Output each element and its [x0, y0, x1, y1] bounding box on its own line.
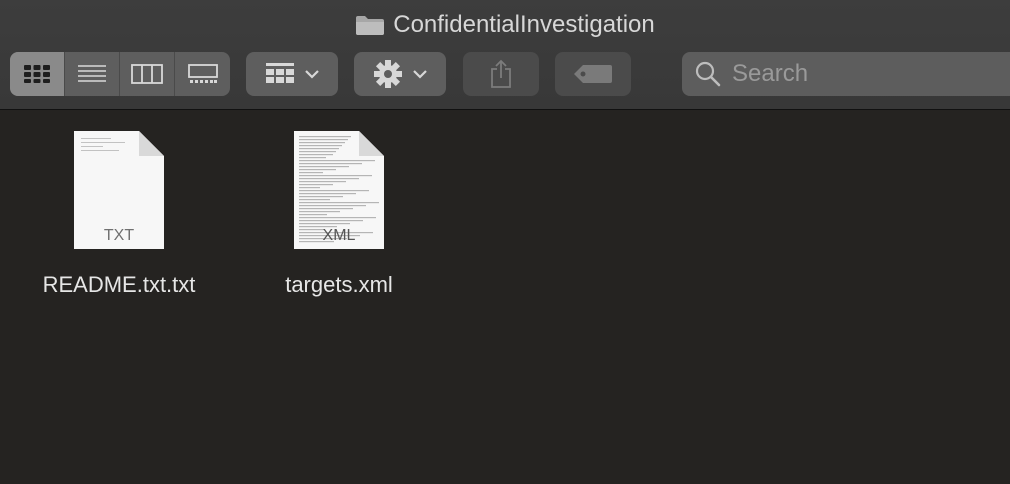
columns-icon	[131, 64, 163, 84]
list-view-button[interactable]	[65, 52, 120, 96]
file-name: README.txt.txt	[42, 272, 196, 297]
share-button[interactable]	[463, 52, 539, 96]
icon-view-button[interactable]	[10, 52, 65, 96]
file-item-targets[interactable]: XML targets.xml	[249, 130, 429, 298]
folder-icon	[355, 14, 385, 36]
chevron-down-icon	[413, 70, 427, 79]
list-icon	[78, 65, 106, 82]
gallery-icon	[187, 64, 218, 83]
window-title-bar: ConfidentialInvestigation	[0, 8, 1010, 42]
share-icon	[491, 59, 511, 88]
tag-icon	[574, 65, 612, 83]
window-title: ConfidentialInvestigation	[393, 11, 655, 38]
search-field[interactable]	[682, 52, 1010, 96]
file-item-readme[interactable]: TXT README.txt.txt	[29, 130, 209, 298]
file-name: targets.xml	[285, 272, 393, 297]
tags-button[interactable]	[555, 52, 631, 96]
view-mode-control	[10, 52, 230, 96]
window-toolbar: ConfidentialInvestigation	[0, 0, 1010, 110]
gear-icon	[374, 60, 402, 88]
group-icon	[266, 63, 294, 83]
search-input[interactable]	[730, 59, 984, 89]
file-type-label: XML	[322, 227, 356, 244]
column-view-button[interactable]	[120, 52, 175, 96]
file-type-label: TXT	[103, 227, 135, 244]
chevron-down-icon	[305, 70, 319, 79]
xml-document-icon: XML	[293, 130, 385, 250]
text-document-icon: TXT	[73, 130, 165, 250]
gallery-view-button[interactable]	[175, 52, 230, 96]
group-by-button[interactable]	[246, 52, 338, 96]
grid-icon	[24, 65, 50, 83]
action-menu-button[interactable]	[354, 52, 446, 96]
search-icon	[695, 61, 721, 87]
